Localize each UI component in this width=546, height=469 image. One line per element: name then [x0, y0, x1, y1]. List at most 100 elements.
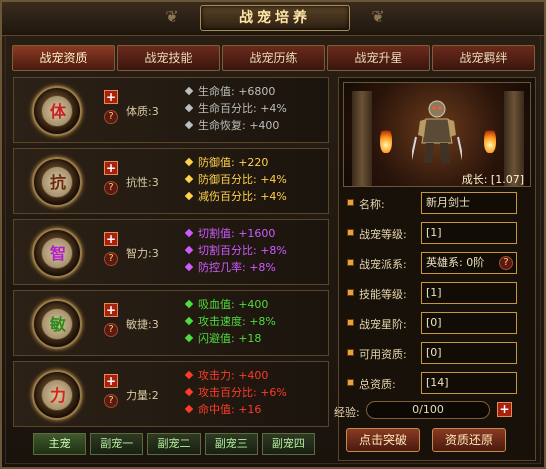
stat-line: 减伤百分比: +4% [184, 188, 287, 205]
bullet-icon [347, 289, 354, 296]
attribute-row-strength: 力 +? 力量:2 攻击力: +400 攻击百分比: +6% 命中值: +16 [13, 361, 329, 427]
diamond-bullet-icon [184, 228, 194, 238]
attribute-emblem: 敏 [32, 299, 82, 349]
stat-line: 防控几率: +8% [184, 259, 287, 276]
help-icon[interactable]: ? [104, 181, 118, 195]
tab-sub-pet-4[interactable]: 副宠四 [261, 433, 316, 455]
info-value: [14] [421, 372, 517, 394]
info-row-skill-level: 技能等级: [1] [345, 282, 531, 304]
pet-portrait: 成长: [1.07] [343, 82, 531, 187]
info-row-pet-faction: 战宠派系: 英雄系: 0阶? [345, 252, 531, 274]
info-row-name: 名称: 新月剑士 [345, 192, 531, 214]
help-icon[interactable]: ? [104, 252, 118, 266]
attribute-emblem: 体 [32, 86, 82, 136]
add-point-button[interactable]: + [104, 90, 118, 104]
info-value: [0] [421, 312, 517, 334]
diamond-bullet-icon [184, 404, 194, 414]
add-point-button[interactable]: + [104, 161, 118, 175]
emblem-disc: 敏 [41, 308, 73, 340]
attribute-row-intelligence: 智 +? 智力:3 切割值: +1600 切割百分比: +8% 防控几率: +8% [13, 219, 329, 285]
stat-line: 闪避值: +18 [184, 330, 276, 347]
stat-text: 防御值: +220 [198, 156, 269, 169]
diamond-bullet-icon [184, 245, 194, 255]
tab-pet-aptitude[interactable]: 战宠资质 [12, 45, 115, 71]
info-row-total-aptitude: 总资质: [14] [345, 372, 531, 394]
stat-text: 攻击力: +400 [198, 369, 269, 382]
info-label: 可用资质: [359, 348, 407, 361]
help-icon[interactable]: ? [499, 256, 513, 270]
stat-line: 攻击百分比: +6% [184, 384, 287, 401]
title-bar: ❦ 战宠培养 ❦ [2, 2, 544, 36]
exp-label: 经验: [334, 406, 360, 419]
diamond-bullet-icon [184, 299, 194, 309]
attribute-glyph: 抗 [49, 173, 66, 192]
tab-sub-pet-2[interactable]: 副宠二 [147, 433, 201, 455]
attribute-emblem: 力 [32, 370, 82, 420]
stat-text: 生命恢复: +400 [198, 119, 280, 132]
dragon-ornament-icon: ❦ [165, 7, 179, 26]
stat-text: 命中值: +16 [198, 403, 262, 416]
add-point-button[interactable]: + [104, 303, 118, 317]
tab-pet-bond[interactable]: 战宠羁绊 [432, 45, 535, 71]
diamond-bullet-icon [184, 86, 194, 96]
stat-text: 闪避值: +18 [198, 332, 262, 345]
tab-pet-training[interactable]: 战宠历练 [222, 45, 325, 71]
stat-list: 切割值: +1600 切割百分比: +8% 防控几率: +8% [184, 225, 287, 276]
main-tabs: 战宠资质 战宠技能 战宠历练 战宠升星 战宠羁绊 [12, 45, 537, 71]
tab-pet-skills[interactable]: 战宠技能 [117, 45, 220, 71]
title-plate: 战宠培养 [200, 5, 350, 31]
attribute-glyph: 体 [49, 102, 66, 121]
stat-list: 生命值: +6800 生命百分比: +4% 生命恢复: +400 [184, 83, 287, 134]
info-value: [1] [421, 282, 517, 304]
emblem-disc: 智 [41, 237, 73, 269]
add-point-button[interactable]: + [104, 232, 118, 246]
exp-bar: 0/100 [366, 401, 490, 419]
info-value: [0] [421, 342, 517, 364]
diamond-bullet-icon [184, 387, 194, 397]
help-icon[interactable]: ? [104, 110, 118, 124]
stat-line: 命中值: +16 [184, 401, 287, 418]
attribute-glyph: 力 [49, 386, 66, 405]
stat-line: 切割百分比: +8% [184, 242, 287, 259]
tab-sub-pet-1[interactable]: 副宠一 [90, 433, 144, 455]
attribute-name: 敏捷:3 [126, 318, 159, 331]
attribute-name: 体质:3 [126, 105, 159, 118]
help-icon[interactable]: ? [104, 394, 118, 408]
tab-main-pet[interactable]: 主宠 [33, 433, 87, 455]
window-title: 战宠培养 [239, 10, 311, 26]
tab-sub-pet-3[interactable]: 副宠三 [204, 433, 258, 455]
diamond-bullet-icon [184, 157, 194, 167]
stat-line: 防御百分比: +4% [184, 171, 287, 188]
stat-line: 生命值: +6800 [184, 83, 287, 100]
diamond-bullet-icon [184, 262, 194, 272]
growth-value: 成长: [1.07] [461, 173, 524, 186]
info-label: 技能等级: [359, 288, 407, 301]
stat-list: 攻击力: +400 攻击百分比: +6% 命中值: +16 [184, 367, 287, 418]
reset-aptitude-button[interactable]: 资质还原 [432, 428, 506, 452]
stat-line: 防御值: +220 [184, 154, 287, 171]
add-exp-button[interactable]: + [497, 402, 512, 417]
add-point-button[interactable]: + [104, 374, 118, 388]
stat-text: 防控几率: +8% [198, 261, 276, 274]
exp-text: 0/100 [412, 403, 444, 416]
diamond-bullet-icon [184, 103, 194, 113]
dragon-ornament-icon: ❦ [371, 7, 385, 26]
stat-text: 生命值: +6800 [198, 85, 276, 98]
stat-line: 生命恢复: +400 [184, 117, 287, 134]
info-row-star-rank: 战宠星阶: [0] [345, 312, 531, 334]
breakthrough-button[interactable]: 点击突破 [346, 428, 420, 452]
attribute-glyph: 智 [49, 244, 66, 263]
bullet-icon [347, 379, 354, 386]
tab-pet-star-up[interactable]: 战宠升星 [327, 45, 430, 71]
emblem-disc: 抗 [41, 166, 73, 198]
stat-list: 防御值: +220 防御百分比: +4% 减伤百分比: +4% [184, 154, 287, 205]
stat-line: 吸血值: +400 [184, 296, 276, 313]
attribute-row-constitution: 体 +? 体质:3 生命值: +6800 生命百分比: +4% 生命恢复: +400 [13, 77, 329, 143]
info-value: 新月剑士 [421, 192, 517, 214]
attribute-name: 智力:3 [126, 247, 159, 260]
diamond-bullet-icon [184, 370, 194, 380]
bullet-icon [347, 229, 354, 236]
help-icon[interactable]: ? [104, 323, 118, 337]
pet-training-window: ❦ 战宠培养 ❦ 战宠资质 战宠技能 战宠历练 战宠升星 战宠羁绊 体 +? 体质:… [0, 0, 546, 469]
stat-text: 生命百分比: +4% [198, 102, 287, 115]
